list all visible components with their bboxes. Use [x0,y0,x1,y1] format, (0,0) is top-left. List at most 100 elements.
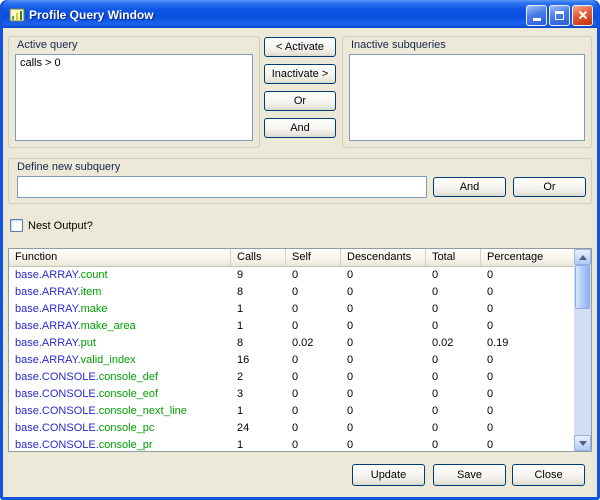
subquery-or-button[interactable]: Or [513,177,586,197]
table-row[interactable]: base.ARRAY.make10000 [9,301,574,318]
function-name: console_def [99,371,158,383]
descendants-cell: 0 [341,403,426,420]
self-cell: 0 [286,318,341,335]
function-name: valid_index [81,354,136,366]
total-cell: 0 [426,386,481,403]
inactive-subqueries-list[interactable] [349,54,585,141]
table-row[interactable]: base.CONSOLE.console_pc240000 [9,420,574,437]
close-icon [578,10,588,20]
column-header-calls[interactable]: Calls [231,249,286,266]
column-header-descendants[interactable]: Descendants [341,249,426,266]
table-row[interactable]: base.ARRAY.item80000 [9,284,574,301]
self-cell: 0 [286,369,341,386]
minimize-button[interactable] [526,5,547,26]
self-cell: 0.02 [286,335,341,352]
table-row[interactable]: base.ARRAY.count90000 [9,267,574,284]
query-or-button[interactable]: Or [264,91,336,111]
percentage-cell: 0 [481,369,574,386]
function-prefix: base.ARRAY. [15,303,81,315]
total-cell: 0 [426,301,481,318]
table-row[interactable]: base.CONSOLE.console_next_line10000 [9,403,574,420]
function-prefix: base.ARRAY. [15,354,81,366]
app-icon [9,7,25,23]
inactivate-button[interactable]: Inactivate > [264,64,336,84]
profile-table: Function Calls Self Descendants Total Pe… [8,248,592,452]
calls-cell: 9 [231,267,286,284]
percentage-cell: 0 [481,437,574,451]
function-cell: base.ARRAY.count [9,267,231,284]
percentage-cell: 0.19 [481,335,574,352]
update-button[interactable]: Update [352,464,425,486]
total-cell: 0 [426,318,481,335]
define-subquery-group: Define new subquery And Or [8,158,592,204]
descendants-cell: 0 [341,369,426,386]
function-cell: base.ARRAY.put [9,335,231,352]
scroll-down-button[interactable] [574,435,591,451]
table-vertical-scrollbar[interactable] [574,249,591,451]
profile-query-window: Profile Query Window Active query calls … [0,0,600,500]
calls-cell: 16 [231,352,286,369]
active-query-list[interactable]: calls > 0 [15,54,253,141]
descendants-cell: 0 [341,301,426,318]
subquery-and-button[interactable]: And [433,177,506,197]
descendants-cell: 0 [341,420,426,437]
function-cell: base.CONSOLE.console_def [9,369,231,386]
function-prefix: base.ARRAY. [15,337,81,349]
minimize-icon [533,18,541,21]
nest-output-option: Nest Output? [10,219,93,232]
self-cell: 0 [286,284,341,301]
active-query-label: Active query [17,39,78,51]
function-prefix: base.ARRAY. [15,269,81,281]
table-row[interactable]: base.ARRAY.make_area10000 [9,318,574,335]
table-header: Function Calls Self Descendants Total Pe… [9,249,574,267]
percentage-cell: 0 [481,267,574,284]
scroll-thumb[interactable] [575,265,590,309]
scroll-track[interactable] [574,265,591,435]
active-query-item[interactable]: calls > 0 [16,55,252,71]
total-cell: 0 [426,369,481,386]
table-row[interactable]: base.ARRAY.put80.0200.020.19 [9,335,574,352]
function-name: console_next_line [99,405,187,417]
percentage-cell: 0 [481,284,574,301]
table-row[interactable]: base.CONSOLE.console_eof30000 [9,386,574,403]
column-header-self[interactable]: Self [286,249,341,266]
function-cell: base.ARRAY.item [9,284,231,301]
function-cell: base.ARRAY.make [9,301,231,318]
calls-cell: 8 [231,284,286,301]
column-header-percentage[interactable]: Percentage [481,249,574,266]
total-cell: 0 [426,352,481,369]
activate-button[interactable]: < Activate [264,37,336,57]
self-cell: 0 [286,386,341,403]
total-cell: 0 [426,403,481,420]
titlebar[interactable]: Profile Query Window [3,0,597,28]
function-name: console_eof [99,388,158,400]
total-cell: 0 [426,437,481,451]
scroll-up-button[interactable] [574,249,591,265]
calls-cell: 1 [231,318,286,335]
arrow-up-icon [579,255,587,260]
column-header-total[interactable]: Total [426,249,481,266]
table-row[interactable]: base.CONSOLE.console_def20000 [9,369,574,386]
query-and-button[interactable]: And [264,118,336,138]
close-button[interactable] [572,5,593,26]
self-cell: 0 [286,437,341,451]
table-row[interactable]: base.ARRAY.valid_index160000 [9,352,574,369]
descendants-cell: 0 [341,284,426,301]
percentage-cell: 0 [481,318,574,335]
total-cell: 0.02 [426,335,481,352]
total-cell: 0 [426,267,481,284]
function-cell: base.CONSOLE.console_next_line [9,403,231,420]
subquery-input[interactable] [17,176,427,198]
descendants-cell: 0 [341,386,426,403]
table-row[interactable]: base.CONSOLE.console_pr10000 [9,437,574,451]
descendants-cell: 0 [341,318,426,335]
define-subquery-label: Define new subquery [17,161,120,173]
nest-output-checkbox[interactable] [10,219,23,232]
save-button[interactable]: Save [433,464,506,486]
maximize-button[interactable] [549,5,570,26]
function-cell: base.ARRAY.valid_index [9,352,231,369]
close-dialog-button[interactable]: Close [512,464,585,486]
window-title: Profile Query Window [29,8,526,22]
column-header-function[interactable]: Function [9,249,231,266]
inactive-subqueries-label: Inactive subqueries [351,39,446,51]
